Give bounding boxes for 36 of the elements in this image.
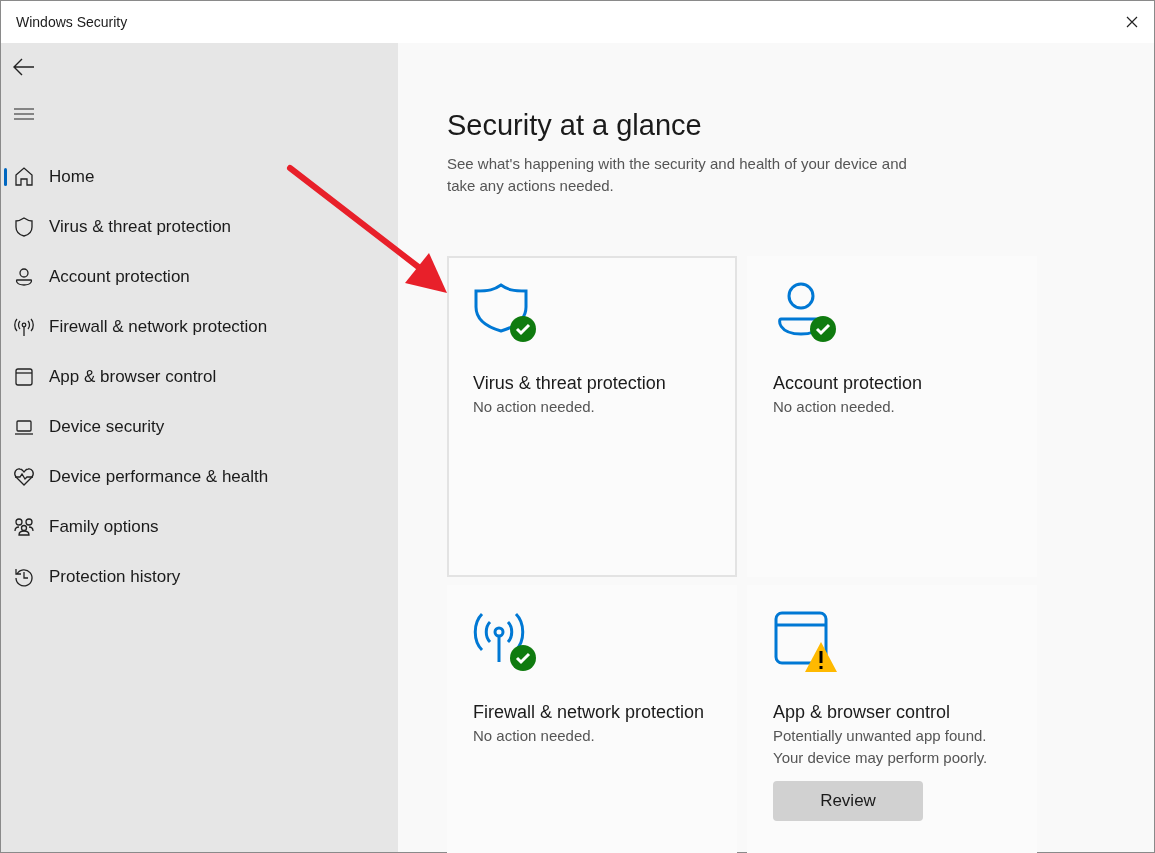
nav-item[interactable]: Family options	[1, 502, 398, 552]
nav-item[interactable]: Device performance & health	[1, 452, 398, 502]
person-icon	[13, 266, 35, 288]
card-status-text: No action needed.	[473, 397, 596, 417]
card-status-text: No action needed.	[473, 726, 596, 746]
card-status-text: Potentially unwanted app found. Your device may perform poorly.	[773, 726, 989, 768]
nav-item[interactable]: Home	[1, 152, 398, 202]
nav-item[interactable]: Protection history	[1, 552, 398, 602]
window-icon	[774, 611, 828, 665]
card-title: Account protection	[773, 372, 924, 395]
page-heading: Security at a glance	[447, 108, 703, 143]
nav-item[interactable]: Account protection	[1, 252, 398, 302]
window-title: Windows Security	[16, 12, 128, 32]
card-status-text: No action needed.	[773, 397, 896, 417]
back-arrow-icon	[13, 58, 35, 76]
shield-icon	[13, 216, 35, 238]
history-icon	[13, 566, 35, 588]
card-title: Firewall & network protection	[473, 701, 706, 724]
heart-icon	[13, 466, 35, 488]
card-title: Virus & threat protection	[473, 372, 667, 395]
close-icon	[1126, 16, 1138, 28]
nav-item[interactable]: Firewall & network protection	[1, 302, 398, 352]
window-icon	[13, 366, 35, 388]
card-title: App & browser control	[773, 701, 952, 724]
shield-icon	[474, 283, 528, 333]
menu-icon	[13, 107, 35, 121]
antenna-icon	[13, 316, 35, 338]
status-card[interactable]: Virus & threat protection No action needed.	[447, 256, 737, 577]
nav-item[interactable]: Device security	[1, 402, 398, 452]
home-icon	[13, 166, 35, 188]
antenna-icon	[473, 612, 525, 664]
nav-item[interactable]: App & browser control	[1, 352, 398, 402]
page-description: See what's happening with the security and health of your device and take any actions needed.	[447, 154, 908, 196]
family-icon	[13, 516, 35, 538]
review-button[interactable]: Review	[773, 781, 923, 821]
nav-item[interactable]: Virus & threat protection	[1, 202, 398, 252]
